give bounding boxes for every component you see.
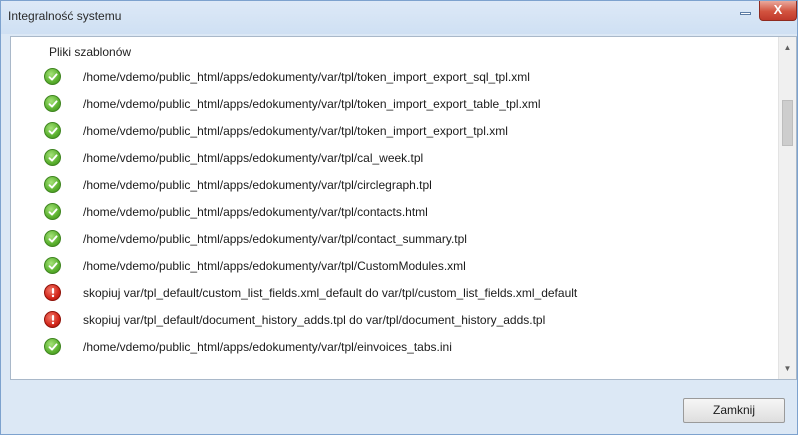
results-panel: Pliki szablonów /home/vdemo/public_html/… xyxy=(10,36,797,380)
list-item-text: /home/vdemo/public_html/apps/edokumenty/… xyxy=(83,151,424,165)
list-item-text: /home/vdemo/public_html/apps/edokumenty/… xyxy=(83,124,508,138)
integrity-dialog: Integralność systemu X Pliki szablonów /… xyxy=(0,0,798,435)
list-item-text: /home/vdemo/public_html/apps/edokumenty/… xyxy=(83,232,467,246)
results-list: /home/vdemo/public_html/apps/edokumenty/… xyxy=(11,62,777,359)
check-icon xyxy=(44,230,61,247)
check-icon xyxy=(44,176,61,193)
list-item: skopiuj var/tpl_default/document_history… xyxy=(11,305,777,332)
check-icon xyxy=(44,203,61,220)
list-item-text: /home/vdemo/public_html/apps/edokumenty/… xyxy=(83,97,541,111)
list-item-text: /home/vdemo/public_html/apps/edokumenty/… xyxy=(83,70,530,84)
list-item-text: skopiuj var/tpl_default/document_history… xyxy=(83,313,546,327)
list-item-text: /home/vdemo/public_html/apps/edokumenty/… xyxy=(83,259,466,273)
check-icon xyxy=(44,257,61,274)
scroll-up-arrow-icon[interactable]: ▲ xyxy=(779,39,796,56)
list-item-text: /home/vdemo/public_html/apps/edokumenty/… xyxy=(83,178,432,192)
list-item: /home/vdemo/public_html/apps/edokumenty/… xyxy=(11,116,777,143)
list-item: skopiuj var/tpl_default/custom_list_fiel… xyxy=(11,278,777,305)
list-item: /home/vdemo/public_html/apps/edokumenty/… xyxy=(11,251,777,278)
list-item: /home/vdemo/public_html/apps/edokumenty/… xyxy=(11,62,777,89)
list-item-text: skopiuj var/tpl_default/custom_list_fiel… xyxy=(83,286,578,300)
list-item: /home/vdemo/public_html/apps/edokumenty/… xyxy=(11,143,777,170)
check-icon xyxy=(44,122,61,139)
title-bar[interactable]: Integralność systemu X xyxy=(1,1,797,34)
window-title: Integralność systemu xyxy=(8,9,122,23)
list-item: /home/vdemo/public_html/apps/edokumenty/… xyxy=(11,89,777,116)
close-window-button[interactable]: X xyxy=(759,1,797,21)
exclamation-icon xyxy=(44,284,61,301)
section-title: Pliki szablonów xyxy=(49,45,132,59)
minimize-icon xyxy=(740,12,751,15)
list-item-text: /home/vdemo/public_html/apps/edokumenty/… xyxy=(83,205,428,219)
close-button[interactable]: Zamknij xyxy=(683,398,785,423)
minimize-button[interactable] xyxy=(733,1,758,21)
check-icon xyxy=(44,338,61,355)
check-icon xyxy=(44,149,61,166)
list-item: /home/vdemo/public_html/apps/edokumenty/… xyxy=(11,170,777,197)
exclamation-icon xyxy=(44,311,61,328)
check-icon xyxy=(44,95,61,112)
check-icon xyxy=(44,68,61,85)
vertical-scrollbar[interactable]: ▲ ▼ xyxy=(778,37,796,379)
list-item: /home/vdemo/public_html/apps/edokumenty/… xyxy=(11,332,777,359)
scrollbar-thumb[interactable] xyxy=(782,100,793,146)
list-item-text: /home/vdemo/public_html/apps/edokumenty/… xyxy=(83,340,452,354)
scroll-down-arrow-icon[interactable]: ▼ xyxy=(779,360,796,377)
list-item: /home/vdemo/public_html/apps/edokumenty/… xyxy=(11,197,777,224)
list-item: /home/vdemo/public_html/apps/edokumenty/… xyxy=(11,224,777,251)
